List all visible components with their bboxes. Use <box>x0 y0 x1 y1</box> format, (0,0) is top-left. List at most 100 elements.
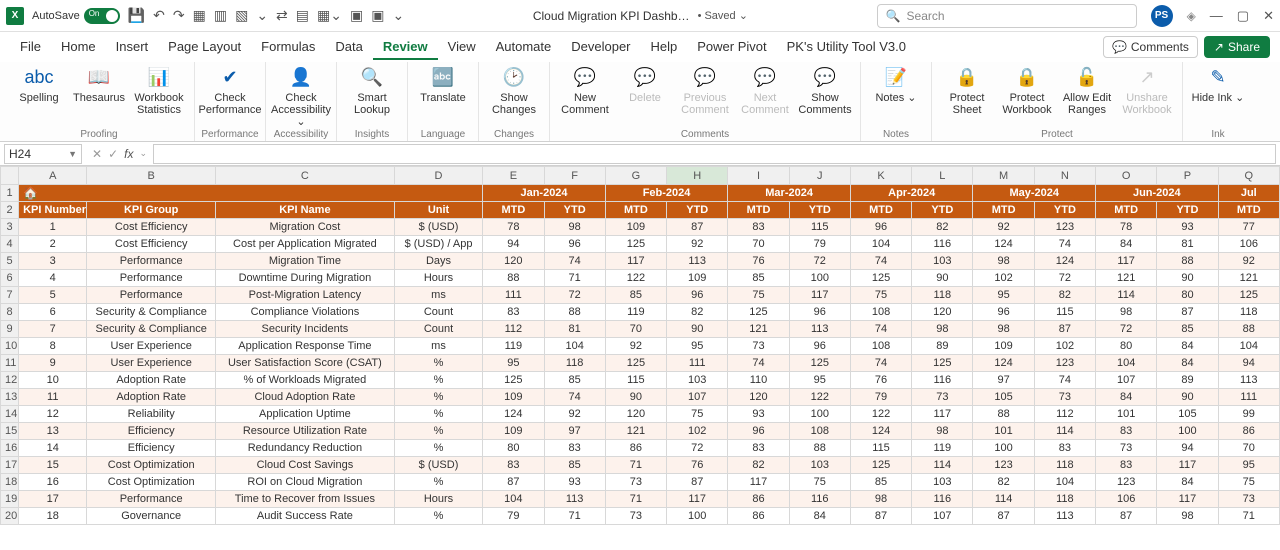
cell-value[interactable]: 107 <box>1096 372 1157 389</box>
cell-value[interactable]: 80 <box>1157 287 1218 304</box>
cell-value[interactable]: 87 <box>667 474 728 491</box>
row-header[interactable]: 16 <box>1 440 19 457</box>
cell-value[interactable]: 87 <box>1034 321 1095 338</box>
cell-kpi-name[interactable]: Migration Time <box>215 253 394 270</box>
cell-value[interactable]: 80 <box>483 440 544 457</box>
cell-value[interactable]: 96 <box>544 236 605 253</box>
qat-icon[interactable]: ▦ <box>193 7 206 24</box>
cell-kpi-group[interactable]: Reliability <box>87 406 216 423</box>
cell-kpi-name[interactable]: User Satisfaction Score (CSAT) <box>215 355 394 372</box>
col-header-O[interactable]: O <box>1096 167 1157 185</box>
cell-value[interactable]: 102 <box>1034 338 1095 355</box>
cell-value[interactable]: 85 <box>544 457 605 474</box>
row-header[interactable]: 7 <box>1 287 19 304</box>
cell-unit[interactable]: ms <box>394 338 482 355</box>
col-header-E[interactable]: E <box>483 167 544 185</box>
cell-value[interactable]: 105 <box>973 389 1034 406</box>
cell-value[interactable]: 117 <box>1157 457 1218 474</box>
cell-value[interactable]: 113 <box>789 321 850 338</box>
cell-value[interactable]: 98 <box>973 321 1034 338</box>
cancel-icon[interactable]: ✕ <box>92 147 102 161</box>
cell-kpi-group[interactable]: User Experience <box>87 355 216 372</box>
cell-value[interactable]: 75 <box>1218 474 1279 491</box>
cell-value[interactable]: 92 <box>667 236 728 253</box>
cell-value[interactable]: 123 <box>973 457 1034 474</box>
cell-value[interactable]: 109 <box>605 219 666 236</box>
col-header-G[interactable]: G <box>605 167 666 185</box>
tab-data[interactable]: Data <box>325 35 372 60</box>
cell-value[interactable]: 85 <box>850 474 911 491</box>
ribbon-translate[interactable]: 🔤Translate <box>414 64 472 128</box>
cell-value[interactable]: 84 <box>1157 355 1218 372</box>
qat-icon[interactable]: ▤ <box>296 7 309 24</box>
cell-kpi-group[interactable]: Efficiency <box>87 423 216 440</box>
cell-value[interactable]: 117 <box>789 287 850 304</box>
cell-kpi-name[interactable]: Cloud Adoption Rate <box>215 389 394 406</box>
cell-value[interactable]: 125 <box>728 304 789 321</box>
cell-value[interactable]: 125 <box>850 457 911 474</box>
tab-file[interactable]: File <box>10 35 51 60</box>
cell-value[interactable]: 124 <box>973 236 1034 253</box>
cell-value[interactable]: 83 <box>1096 423 1157 440</box>
saved-status[interactable]: • Saved ⌄ <box>698 9 748 22</box>
cell-value[interactable]: 82 <box>912 219 973 236</box>
cell-value[interactable]: 101 <box>973 423 1034 440</box>
cell-value[interactable]: 110 <box>728 372 789 389</box>
cell-value[interactable]: 78 <box>483 219 544 236</box>
cell-value[interactable]: 88 <box>1218 321 1279 338</box>
col-header-B[interactable]: B <box>87 167 216 185</box>
cell-kpi-number[interactable]: 18 <box>19 508 87 525</box>
cell-value[interactable]: 100 <box>667 508 728 525</box>
cell-kpi-group[interactable]: Cost Efficiency <box>87 219 216 236</box>
worksheet[interactable]: ABCDEFGHIJKLMNOPQ1🏠Jan-2024Feb-2024Mar-2… <box>0 166 1280 550</box>
ribbon-allow-edit-ranges[interactable]: 🔓Allow Edit Ranges <box>1058 64 1116 128</box>
cell-value[interactable]: 70 <box>728 236 789 253</box>
cell-value[interactable]: 87 <box>1157 304 1218 321</box>
cell-value[interactable]: 117 <box>1096 253 1157 270</box>
save-icon[interactable]: 💾 <box>128 7 145 24</box>
qat-icon[interactable]: ▣ <box>350 7 363 24</box>
cell-kpi-number[interactable]: 6 <box>19 304 87 321</box>
cell-value[interactable]: 113 <box>1034 508 1095 525</box>
cell-value[interactable]: 107 <box>912 508 973 525</box>
cell-value[interactable]: 86 <box>728 491 789 508</box>
row-header[interactable]: 13 <box>1 389 19 406</box>
cell-kpi-name[interactable]: Audit Success Rate <box>215 508 394 525</box>
cell-unit[interactable]: % <box>394 474 482 491</box>
cell-value[interactable]: 72 <box>544 287 605 304</box>
close-button[interactable]: ✕ <box>1263 8 1274 24</box>
cell-value[interactable]: 86 <box>1218 423 1279 440</box>
cell-value[interactable]: 100 <box>789 406 850 423</box>
cell-value[interactable]: 87 <box>667 219 728 236</box>
cell-value[interactable]: 117 <box>728 474 789 491</box>
cell-kpi-number[interactable]: 13 <box>19 423 87 440</box>
cell-value[interactable]: 83 <box>1096 457 1157 474</box>
cell-value[interactable]: 92 <box>1218 253 1279 270</box>
cell-value[interactable]: 124 <box>1034 253 1095 270</box>
ribbon-show-comments[interactable]: 💬Show Comments <box>796 64 854 128</box>
cell-value[interactable]: 121 <box>605 423 666 440</box>
cell-value[interactable]: 71 <box>1218 508 1279 525</box>
cell-kpi-group[interactable]: Performance <box>87 253 216 270</box>
cell-kpi-number[interactable]: 3 <box>19 253 87 270</box>
cell-value[interactable]: 124 <box>973 355 1034 372</box>
cell-value[interactable]: 98 <box>544 219 605 236</box>
row-header[interactable]: 5 <box>1 253 19 270</box>
cell-value[interactable]: 85 <box>544 372 605 389</box>
cell-kpi-number[interactable]: 14 <box>19 440 87 457</box>
cell-unit[interactable]: $ (USD) <box>394 457 482 474</box>
cell-kpi-number[interactable]: 15 <box>19 457 87 474</box>
row-header[interactable]: 8 <box>1 304 19 321</box>
cell-kpi-group[interactable]: Performance <box>87 287 216 304</box>
cell-value[interactable]: 114 <box>1096 287 1157 304</box>
cell-unit[interactable]: Hours <box>394 270 482 287</box>
cell-value[interactable]: 115 <box>1034 304 1095 321</box>
row-header[interactable]: 2 <box>1 202 19 219</box>
cell-value[interactable]: 74 <box>728 355 789 372</box>
col-header-A[interactable]: A <box>19 167 87 185</box>
cell-kpi-group[interactable]: Security & Compliance <box>87 304 216 321</box>
cell-value[interactable]: 112 <box>1034 406 1095 423</box>
cell-value[interactable]: 74 <box>544 389 605 406</box>
cell-value[interactable]: 109 <box>667 270 728 287</box>
cell-value[interactable]: 109 <box>483 423 544 440</box>
